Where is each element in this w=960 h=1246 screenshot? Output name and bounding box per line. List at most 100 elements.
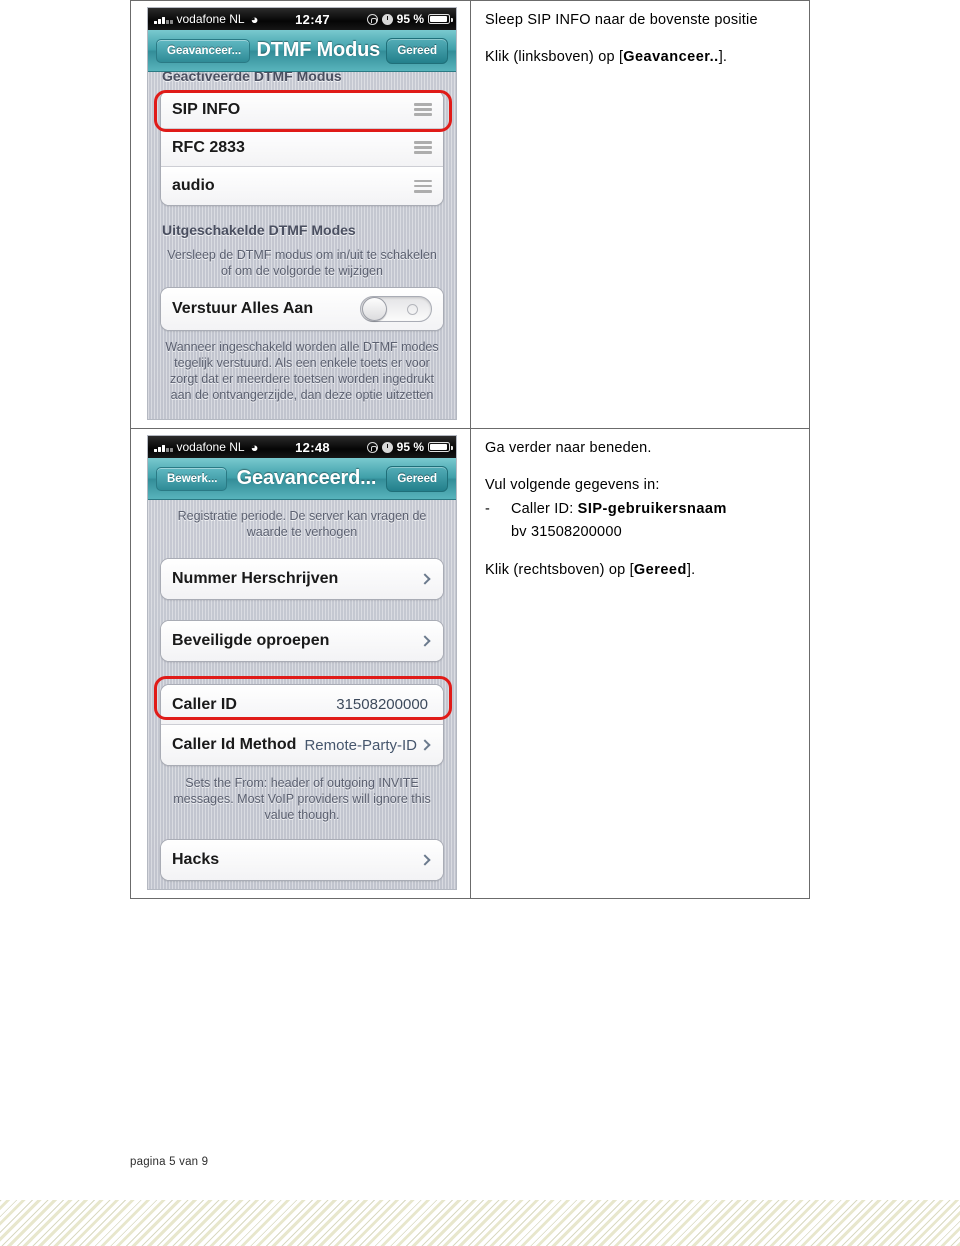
caller-id-method-label: Caller Id Method (172, 736, 297, 753)
iphone-screenshot-advanced: vodafone NL ◕ 12:48 95 % Bewerk... Geava… (147, 435, 457, 890)
list-item-sip-info[interactable]: SIP INFO (161, 91, 443, 129)
status-bar-right: 95 % (366, 12, 453, 26)
page-footer: pagina 5 van 9 (130, 1156, 209, 1168)
instruction-line-3: Klik (rechtsboven) op [Gereed]. (485, 559, 799, 582)
table-row: vodafone NL ◕ 12:48 95 % Bewerk... Geava… (130, 428, 810, 899)
nav-title: DTMF Modus (256, 39, 381, 61)
bullet-spacer (485, 521, 511, 544)
list-item-rfc-2833[interactable]: RFC 2833 (161, 129, 443, 167)
back-button[interactable]: Bewerk... (156, 466, 227, 491)
battery-icon (428, 14, 453, 24)
reorder-grip-icon[interactable] (414, 103, 432, 116)
status-bar-right: 95 % (366, 440, 453, 454)
screenshot-cell-2: vodafone NL ◕ 12:48 95 % Bewerk... Geava… (130, 428, 471, 899)
list-item-label: SIP INFO (172, 100, 241, 118)
toggle-knob (362, 297, 387, 321)
decorative-stripes (0, 1200, 960, 1246)
bullet-bold: SIP-gebruikersnaam (577, 500, 727, 517)
battery-percent-label: 95 % (396, 12, 424, 26)
instruction-bold: Geavanceer.. (623, 49, 719, 66)
disabled-modes-note: Versleep de DTMF modus om in/uit te scha… (167, 248, 437, 278)
send-all-group: Verstuur Alles Aan (160, 287, 444, 331)
instruction-bold: Gereed (633, 561, 687, 578)
screenshot-cell-1: vodafone NL ◕ 12:47 95 % Geavanceer... D… (130, 0, 471, 429)
list-item-caller-id-method[interactable]: Caller Id Method Remote-Party-ID (161, 725, 443, 765)
instruction-suffix: ]. (686, 561, 696, 578)
signal-bars-icon (154, 443, 173, 452)
document-page: vodafone NL ◕ 12:47 95 % Geavanceer... D… (0, 0, 960, 1246)
instruction-table: vodafone NL ◕ 12:47 95 % Geavanceer... D… (130, 0, 810, 899)
wifi-icon: ◕ (250, 11, 259, 27)
bullet-body: Caller ID: SIP-gebruikersnaam (511, 498, 799, 521)
done-button[interactable]: Gereed (386, 37, 448, 64)
screen-body: Registratie periode. De server kan vrage… (148, 500, 456, 889)
back-button[interactable]: Geavanceer... (156, 38, 251, 63)
table-row: vodafone NL ◕ 12:47 95 % Geavanceer... D… (130, 0, 810, 429)
battery-icon (428, 442, 453, 452)
bullet-sub-text: bv 31508200000 (511, 524, 622, 541)
wifi-icon: ◕ (250, 439, 259, 455)
instruction-bullet-sub: bv 31508200000 (485, 521, 799, 544)
instruction-prefix: Klik (rechtsboven) op [ (485, 561, 634, 578)
secure-calls-group: Beveiligde oproepen (160, 620, 444, 662)
caller-id-value[interactable]: 31508200000 (336, 696, 428, 713)
instruction-line-1: Sleep SIP INFO naar de bovenste positie (485, 12, 758, 28)
battery-percent-label: 95 % (396, 440, 424, 454)
registration-period-note: Registratie periode. De server kan vrage… (177, 509, 427, 539)
rotation-lock-icon (366, 441, 378, 453)
chevron-right-icon (419, 739, 431, 751)
caller-id-label: Caller ID (172, 695, 237, 713)
bullet-dash: - (485, 500, 491, 517)
hacks-group: Hacks (160, 839, 444, 881)
carrier-label: vodafone NL (176, 12, 245, 26)
send-all-label: Verstuur Alles Aan (172, 300, 314, 317)
iphone-screenshot-dtmf: vodafone NL ◕ 12:47 95 % Geavanceer... D… (147, 7, 457, 420)
status-bar-left: vodafone NL ◕ (154, 440, 258, 454)
list-item-label: audio (172, 177, 215, 194)
list-item-label: RFC 2833 (172, 138, 245, 156)
alarm-clock-icon (381, 441, 393, 453)
instruction-bullet: - Caller ID: SIP-gebruikersnaam (485, 498, 799, 521)
rotation-lock-icon (366, 13, 378, 25)
alarm-clock-icon (381, 13, 393, 25)
reorder-grip-icon[interactable] (414, 179, 432, 193)
list-item-hacks[interactable]: Hacks (161, 840, 443, 880)
disabled-modes-header: Uitgeschakelde DTMF Modes (162, 222, 356, 238)
status-bar-left: vodafone NL ◕ (154, 12, 258, 26)
status-bar: vodafone NL ◕ 12:47 95 % (148, 8, 456, 30)
list-item-beveiligde-oproepen[interactable]: Beveiligde oproepen (161, 621, 443, 661)
carrier-label: vodafone NL (176, 440, 245, 454)
list-item-label: Beveiligde oproepen (172, 632, 330, 649)
send-all-row[interactable]: Verstuur Alles Aan (161, 288, 443, 330)
caller-id-method-value: Remote-Party-ID (304, 736, 417, 754)
status-bar: vodafone NL ◕ 12:48 95 % (148, 436, 456, 458)
done-button[interactable]: Gereed (386, 465, 448, 492)
caller-id-note: Sets the From: header of outgoing INVITE… (173, 776, 431, 822)
signal-bars-icon (154, 15, 173, 24)
toggle-off-ring-icon (407, 304, 418, 315)
number-rewrite-group: Nummer Herschrijven (160, 558, 444, 600)
instruction-cell-1: Sleep SIP INFO naar de bovenste positie … (470, 0, 810, 429)
list-item-audio[interactable]: audio (161, 167, 443, 205)
list-item-caller-id[interactable]: Caller ID 31508200000 (161, 685, 443, 725)
list-item-label: Nummer Herschrijven (172, 570, 339, 587)
reorder-grip-icon[interactable] (414, 141, 432, 154)
instruction-cell-2: Ga verder naar beneden. Vul volgende geg… (470, 428, 810, 899)
clock-label: 12:48 (295, 439, 330, 455)
list-item-nummer-herschrijven[interactable]: Nummer Herschrijven (161, 559, 443, 599)
nav-bar: Bewerk... Geavanceerd... Gereed (148, 458, 456, 500)
clock-label: 12:47 (295, 11, 330, 27)
nav-bar: Geavanceer... DTMF Modus Gereed (148, 30, 456, 72)
chevron-right-icon (419, 854, 431, 866)
list-item-label: Hacks (172, 851, 220, 868)
instruction-suffix: ]. (718, 49, 728, 66)
instruction-line-2: Klik (linksboven) op [Geavanceer..]. (485, 46, 799, 69)
send-all-note: Wanneer ingeschakeld worden alle DTMF mo… (165, 340, 439, 402)
screen-body: Geactiveerde DTMF Modus SIP INFO RFC 283… (148, 68, 456, 419)
enabled-modes-list: SIP INFO RFC 2833 audio (160, 90, 444, 206)
bullet-label: Caller ID: (511, 500, 578, 517)
instruction-line-2: Vul volgende gegevens in: (485, 477, 660, 494)
send-all-toggle[interactable] (360, 296, 432, 322)
nav-title: Geavanceerd... (236, 467, 377, 489)
caller-id-group: Caller ID 31508200000 Caller Id Method R… (160, 684, 444, 766)
